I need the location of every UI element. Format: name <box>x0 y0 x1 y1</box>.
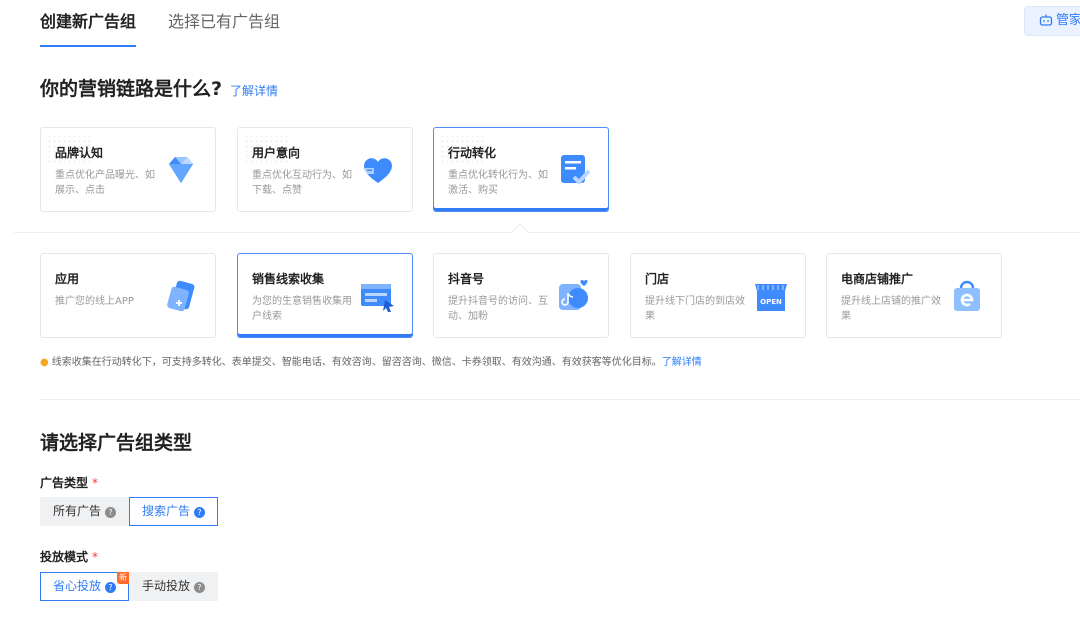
ad-type-selector: 所有广告? 搜索广告? <box>40 497 219 526</box>
tip-text: ● 线索收集在行动转化下，可支持多转化、表单提交、智能电话、有效咨询、留咨咨询、微… <box>40 353 702 368</box>
card-description: 推广您的线上APP <box>55 296 134 307</box>
section-separator <box>14 232 1080 233</box>
goal-card-action-conversion[interactable]: 行动转化 重点优化转化行为、如激活、购买 <box>433 127 609 212</box>
card-title: 电商店铺推广 <box>841 272 914 286</box>
card-title: 销售线索收集 <box>252 272 325 286</box>
all-ads-option[interactable]: 所有广告? <box>40 497 130 526</box>
tab-bar: 创建新广告组 选择已有广告组 <box>40 0 312 48</box>
ecommerce-bag-icon <box>954 280 980 311</box>
card-title: 品牌认知 <box>55 146 104 160</box>
robot-icon <box>1039 14 1053 26</box>
option-label: 所有广告 <box>53 504 102 518</box>
card-description: 重点优化转化行为、如激活、购买 <box>448 170 548 196</box>
card-title: 行动转化 <box>448 146 497 160</box>
required-mark: * <box>92 476 99 490</box>
card-description: 提升线下门店的到店效果 <box>645 296 745 322</box>
new-badge: 新 <box>117 572 130 584</box>
heart-icon <box>363 158 392 183</box>
card-description: 为您的生意销售收集用户线索 <box>252 296 352 322</box>
help-icon[interactable]: ? <box>194 507 206 518</box>
card-title: 应用 <box>55 272 80 286</box>
delivery-mode-label: 投放模式 * <box>40 548 98 565</box>
option-label: 省心投放 <box>53 579 102 593</box>
card-description: 重点优化产品曝光、如展示、点击 <box>55 170 155 196</box>
goal-card-brand-awareness[interactable]: 品牌认知 重点优化产品曝光、如展示、点击 <box>40 127 216 212</box>
option-label: 手动投放 <box>142 579 191 593</box>
target-card-store[interactable]: 门店 提升线下门店的到店效果 OPEN <box>630 253 806 338</box>
card-title: 用户意向 <box>252 146 301 160</box>
required-mark: * <box>92 550 99 564</box>
target-card-douyin-account[interactable]: 抖音号 提升抖音号的访问、互动、加粉 <box>433 253 609 338</box>
lightbulb-icon: ● <box>40 357 49 368</box>
ad-type-label-text: 广告类型 <box>40 476 89 490</box>
help-icon[interactable]: ? <box>194 582 206 593</box>
goal-card-user-intent[interactable]: 用户意向 重点优化互动行为、如下载、点赞 <box>237 127 413 212</box>
svg-text:OPEN: OPEN <box>760 298 782 306</box>
target-card-ecommerce-store[interactable]: 电商店铺推广 提升线上店铺的推广效果 <box>826 253 1002 338</box>
card-title: 抖音号 <box>448 272 485 286</box>
marketing-chain-title-text: 你的营销链路是什么? <box>40 78 223 100</box>
helper-button[interactable]: 管家 <box>1024 6 1080 36</box>
delivery-mode-label-text: 投放模式 <box>40 550 89 564</box>
marketing-chain-title: 你的营销链路是什么? 了解详情 <box>40 74 278 101</box>
option-label: 搜索广告 <box>142 504 191 518</box>
document-check-icon <box>561 155 591 185</box>
easy-delivery-option[interactable]: 省心投放? 新 <box>40 572 130 601</box>
tip-learn-more-link[interactable]: 了解详情 <box>662 357 702 368</box>
selection-pointer <box>511 223 529 241</box>
card-description: 提升线上店铺的推广效果 <box>841 296 941 322</box>
app-card-icon <box>167 280 195 312</box>
form-cursor-icon <box>361 284 394 312</box>
delivery-mode-selector: 省心投放? 新 手动投放? <box>40 572 219 601</box>
ad-type-label: 广告类型 * <box>40 474 98 491</box>
diamond-icon <box>169 157 193 183</box>
manual-delivery-option[interactable]: 手动投放? <box>129 572 219 601</box>
help-icon[interactable]: ? <box>105 507 117 518</box>
ad-group-type-title: 请选择广告组类型 <box>40 432 193 454</box>
search-ads-option[interactable]: 搜索广告? <box>129 497 219 526</box>
card-description: 重点优化互动行为、如下载、点赞 <box>252 170 352 196</box>
target-card-app[interactable]: 应用 推广您的线上APP <box>40 253 216 338</box>
section-divider <box>40 399 1080 400</box>
tip-content: 线索收集在行动转化下，可支持多转化、表单提交、智能电话、有效咨询、留咨咨询、微信… <box>51 357 662 368</box>
open-shop-icon: OPEN <box>755 284 787 311</box>
help-icon[interactable]: ? <box>105 582 117 593</box>
learn-more-link[interactable]: 了解详情 <box>230 84 278 98</box>
card-title: 门店 <box>645 272 670 286</box>
tab-select-existing-group[interactable]: 选择已有广告组 <box>168 0 280 47</box>
douyin-icon <box>559 279 588 310</box>
target-card-sales-leads[interactable]: 销售线索收集 为您的生意销售收集用户线索 <box>237 253 413 338</box>
helper-button-label: 管家 <box>1056 13 1080 28</box>
card-description: 提升抖音号的访问、互动、加粉 <box>448 296 548 322</box>
tab-create-new-group[interactable]: 创建新广告组 <box>40 0 137 47</box>
